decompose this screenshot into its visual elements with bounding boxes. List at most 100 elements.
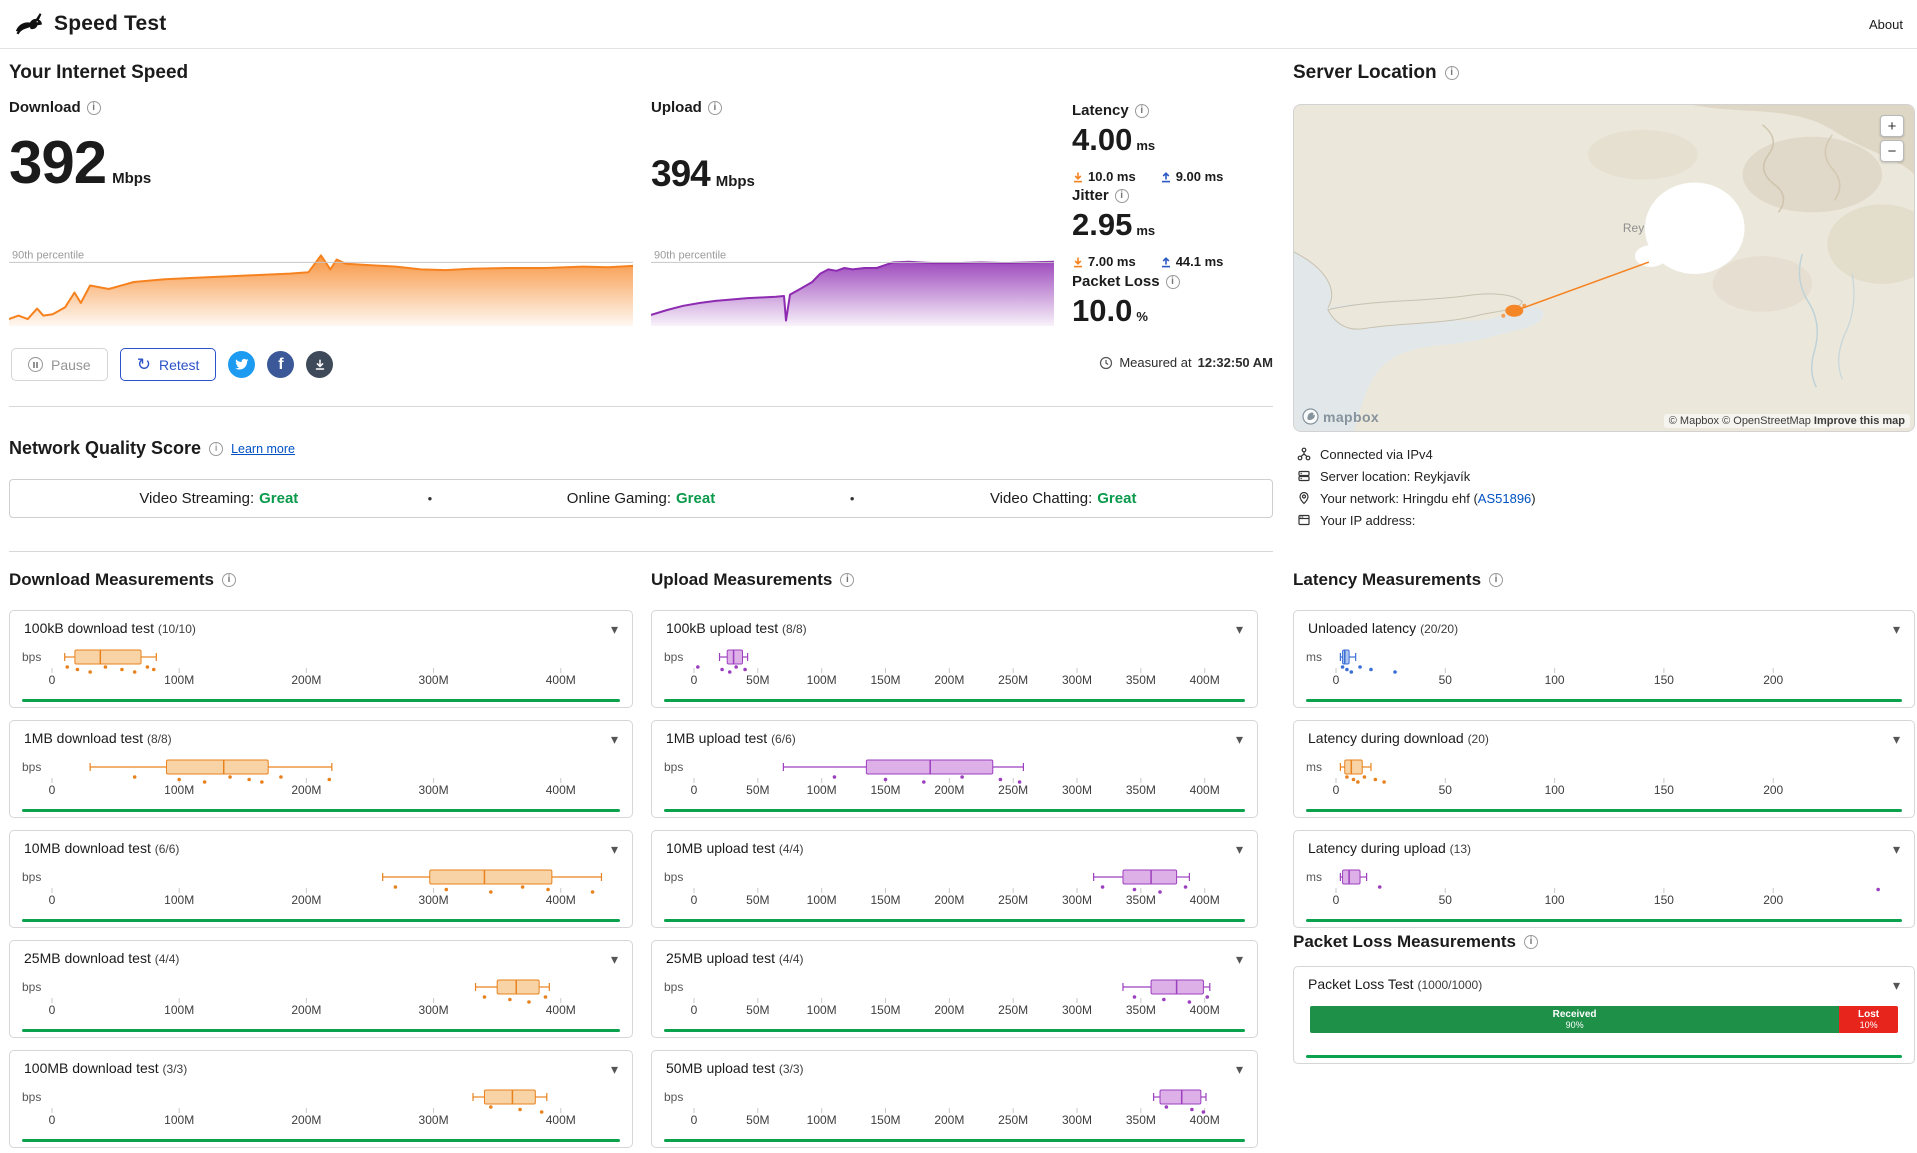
- pause-button[interactable]: Pause: [11, 348, 108, 381]
- boxplot-chart: 050100150200: [1332, 642, 1904, 688]
- chevron-down-icon[interactable]: ▾: [611, 622, 618, 636]
- zoom-out-button[interactable]: −: [1880, 140, 1904, 162]
- chevron-down-icon[interactable]: ▾: [1893, 622, 1900, 636]
- card-title: Packet Loss Test (1000/1000): [1308, 976, 1482, 992]
- speed-test-logo: [14, 11, 44, 37]
- download-label: Download: [9, 99, 81, 116]
- chevron-down-icon[interactable]: ▾: [1236, 842, 1243, 856]
- boxplot-chart: 050M100M150M200M250M300M350M400M: [690, 972, 1247, 1018]
- jitter-label: Jitter: [1072, 187, 1109, 204]
- svg-text:400M: 400M: [1190, 1003, 1220, 1017]
- quality-label: Video Chatting:: [990, 490, 1092, 507]
- chevron-down-icon[interactable]: ▾: [1893, 978, 1900, 992]
- svg-text:250M: 250M: [998, 673, 1028, 687]
- svg-text:200: 200: [1763, 783, 1783, 797]
- map-zoom-controls: + −: [1880, 115, 1904, 162]
- download-results-button[interactable]: [306, 351, 333, 378]
- twitter-share-button[interactable]: [228, 351, 255, 378]
- svg-text:400M: 400M: [1190, 893, 1220, 907]
- info-icon[interactable]: i: [840, 573, 854, 587]
- chevron-down-icon[interactable]: ▾: [1893, 732, 1900, 746]
- retest-button[interactable]: ↻ Retest: [120, 348, 217, 381]
- info-icon[interactable]: i: [1445, 66, 1459, 80]
- chevron-down-icon[interactable]: ▾: [611, 1062, 618, 1076]
- unit-label: bps: [22, 870, 48, 908]
- upload-arrow-icon: [1160, 256, 1172, 268]
- svg-text:0: 0: [691, 1003, 698, 1017]
- quality-label: Video Streaming:: [139, 490, 254, 507]
- svg-text:90th percentile: 90th percentile: [12, 249, 84, 261]
- speed-test-app: Speed Test About Your Internet Speed Dow…: [0, 0, 1917, 1153]
- chevron-down-icon[interactable]: ▾: [611, 952, 618, 966]
- info-icon[interactable]: i: [1135, 104, 1149, 118]
- info-icon[interactable]: i: [87, 101, 101, 115]
- upload-measurements-column: Upload Measurementsi 100kB upload test (…: [651, 566, 1258, 1148]
- progress-line: [664, 1029, 1245, 1032]
- svg-text:200M: 200M: [934, 783, 964, 797]
- card-title: 10MB download test (6/6): [24, 840, 179, 856]
- progress-line: [664, 809, 1245, 812]
- card-count: (4/4): [779, 842, 804, 856]
- svg-text:150M: 150M: [870, 783, 900, 797]
- info-icon[interactable]: i: [708, 101, 722, 115]
- svg-text:400M: 400M: [546, 783, 576, 797]
- chevron-down-icon[interactable]: ▾: [1893, 842, 1900, 856]
- progress-line: [664, 699, 1245, 702]
- svg-text:50M: 50M: [746, 1003, 769, 1017]
- upload-unit: Mbps: [716, 173, 755, 190]
- card-count: (3/3): [163, 1062, 188, 1076]
- svg-text:350M: 350M: [1126, 893, 1156, 907]
- svg-text:400M: 400M: [1190, 1113, 1220, 1127]
- measurement-card: 100kB download test (10/10)▾bps0100M200M…: [9, 610, 633, 708]
- chevron-down-icon[interactable]: ▾: [611, 842, 618, 856]
- svg-text:0: 0: [691, 783, 698, 797]
- measurement-card: 100kB upload test (8/8)▾bps050M100M150M2…: [651, 610, 1258, 708]
- svg-text:100M: 100M: [164, 893, 194, 907]
- boxplot-chart: 050M100M150M200M250M300M350M400M: [690, 862, 1247, 908]
- info-icon[interactable]: i: [209, 442, 223, 456]
- measurement-card: 25MB upload test (4/4)▾bps050M100M150M20…: [651, 940, 1258, 1038]
- svg-text:300M: 300M: [1062, 1113, 1092, 1127]
- svg-text:400M: 400M: [546, 1003, 576, 1017]
- card-title: 10MB upload test (4/4): [666, 840, 804, 856]
- packet-loss-value: 10.0: [1072, 293, 1132, 328]
- chevron-down-icon[interactable]: ▾: [1236, 622, 1243, 636]
- svg-text:300M: 300M: [419, 1113, 449, 1127]
- info-icon[interactable]: i: [1166, 275, 1180, 289]
- svg-text:100M: 100M: [164, 673, 194, 687]
- server-map[interactable]: Reykjavík + − mapbox © Mapbox © OpenStre…: [1293, 104, 1915, 432]
- learn-more-link[interactable]: Learn more: [231, 442, 295, 456]
- asn-link[interactable]: AS51896: [1478, 491, 1532, 506]
- card-title: 25MB upload test (4/4): [666, 950, 804, 966]
- info-icon[interactable]: i: [1489, 573, 1503, 587]
- svg-text:300M: 300M: [1062, 1003, 1092, 1017]
- card-title: 100kB upload test (8/8): [666, 620, 807, 636]
- improve-map-link[interactable]: Improve this map: [1814, 415, 1905, 427]
- unit-label: bps: [22, 980, 48, 1018]
- svg-text:50M: 50M: [746, 783, 769, 797]
- unit-label: bps: [664, 870, 690, 908]
- info-icon[interactable]: i: [222, 573, 236, 587]
- about-link[interactable]: About: [1869, 17, 1903, 32]
- chevron-down-icon[interactable]: ▾: [1236, 1062, 1243, 1076]
- svg-text:100M: 100M: [164, 1113, 194, 1127]
- svg-text:300M: 300M: [1062, 673, 1092, 687]
- card-title: 100MB download test (3/3): [24, 1060, 187, 1076]
- zoom-in-button[interactable]: +: [1880, 115, 1904, 137]
- chevron-down-icon[interactable]: ▾: [611, 732, 618, 746]
- progress-line: [1306, 699, 1902, 702]
- svg-text:250M: 250M: [998, 893, 1028, 907]
- chevron-down-icon[interactable]: ▾: [1236, 952, 1243, 966]
- quality-value: Great: [259, 490, 298, 507]
- latency-unit: ms: [1136, 138, 1155, 153]
- facebook-share-button[interactable]: f: [267, 351, 294, 378]
- svg-text:350M: 350M: [1126, 673, 1156, 687]
- download-unit: Mbps: [112, 170, 151, 187]
- info-icon[interactable]: i: [1524, 935, 1538, 949]
- unit-label: bps: [664, 760, 690, 798]
- mapbox-logo[interactable]: mapbox: [1302, 408, 1379, 425]
- download-chart: 90th percentile: [9, 240, 633, 326]
- chevron-down-icon[interactable]: ▾: [1236, 732, 1243, 746]
- app-title: Speed Test: [54, 12, 166, 36]
- info-icon[interactable]: i: [1115, 189, 1129, 203]
